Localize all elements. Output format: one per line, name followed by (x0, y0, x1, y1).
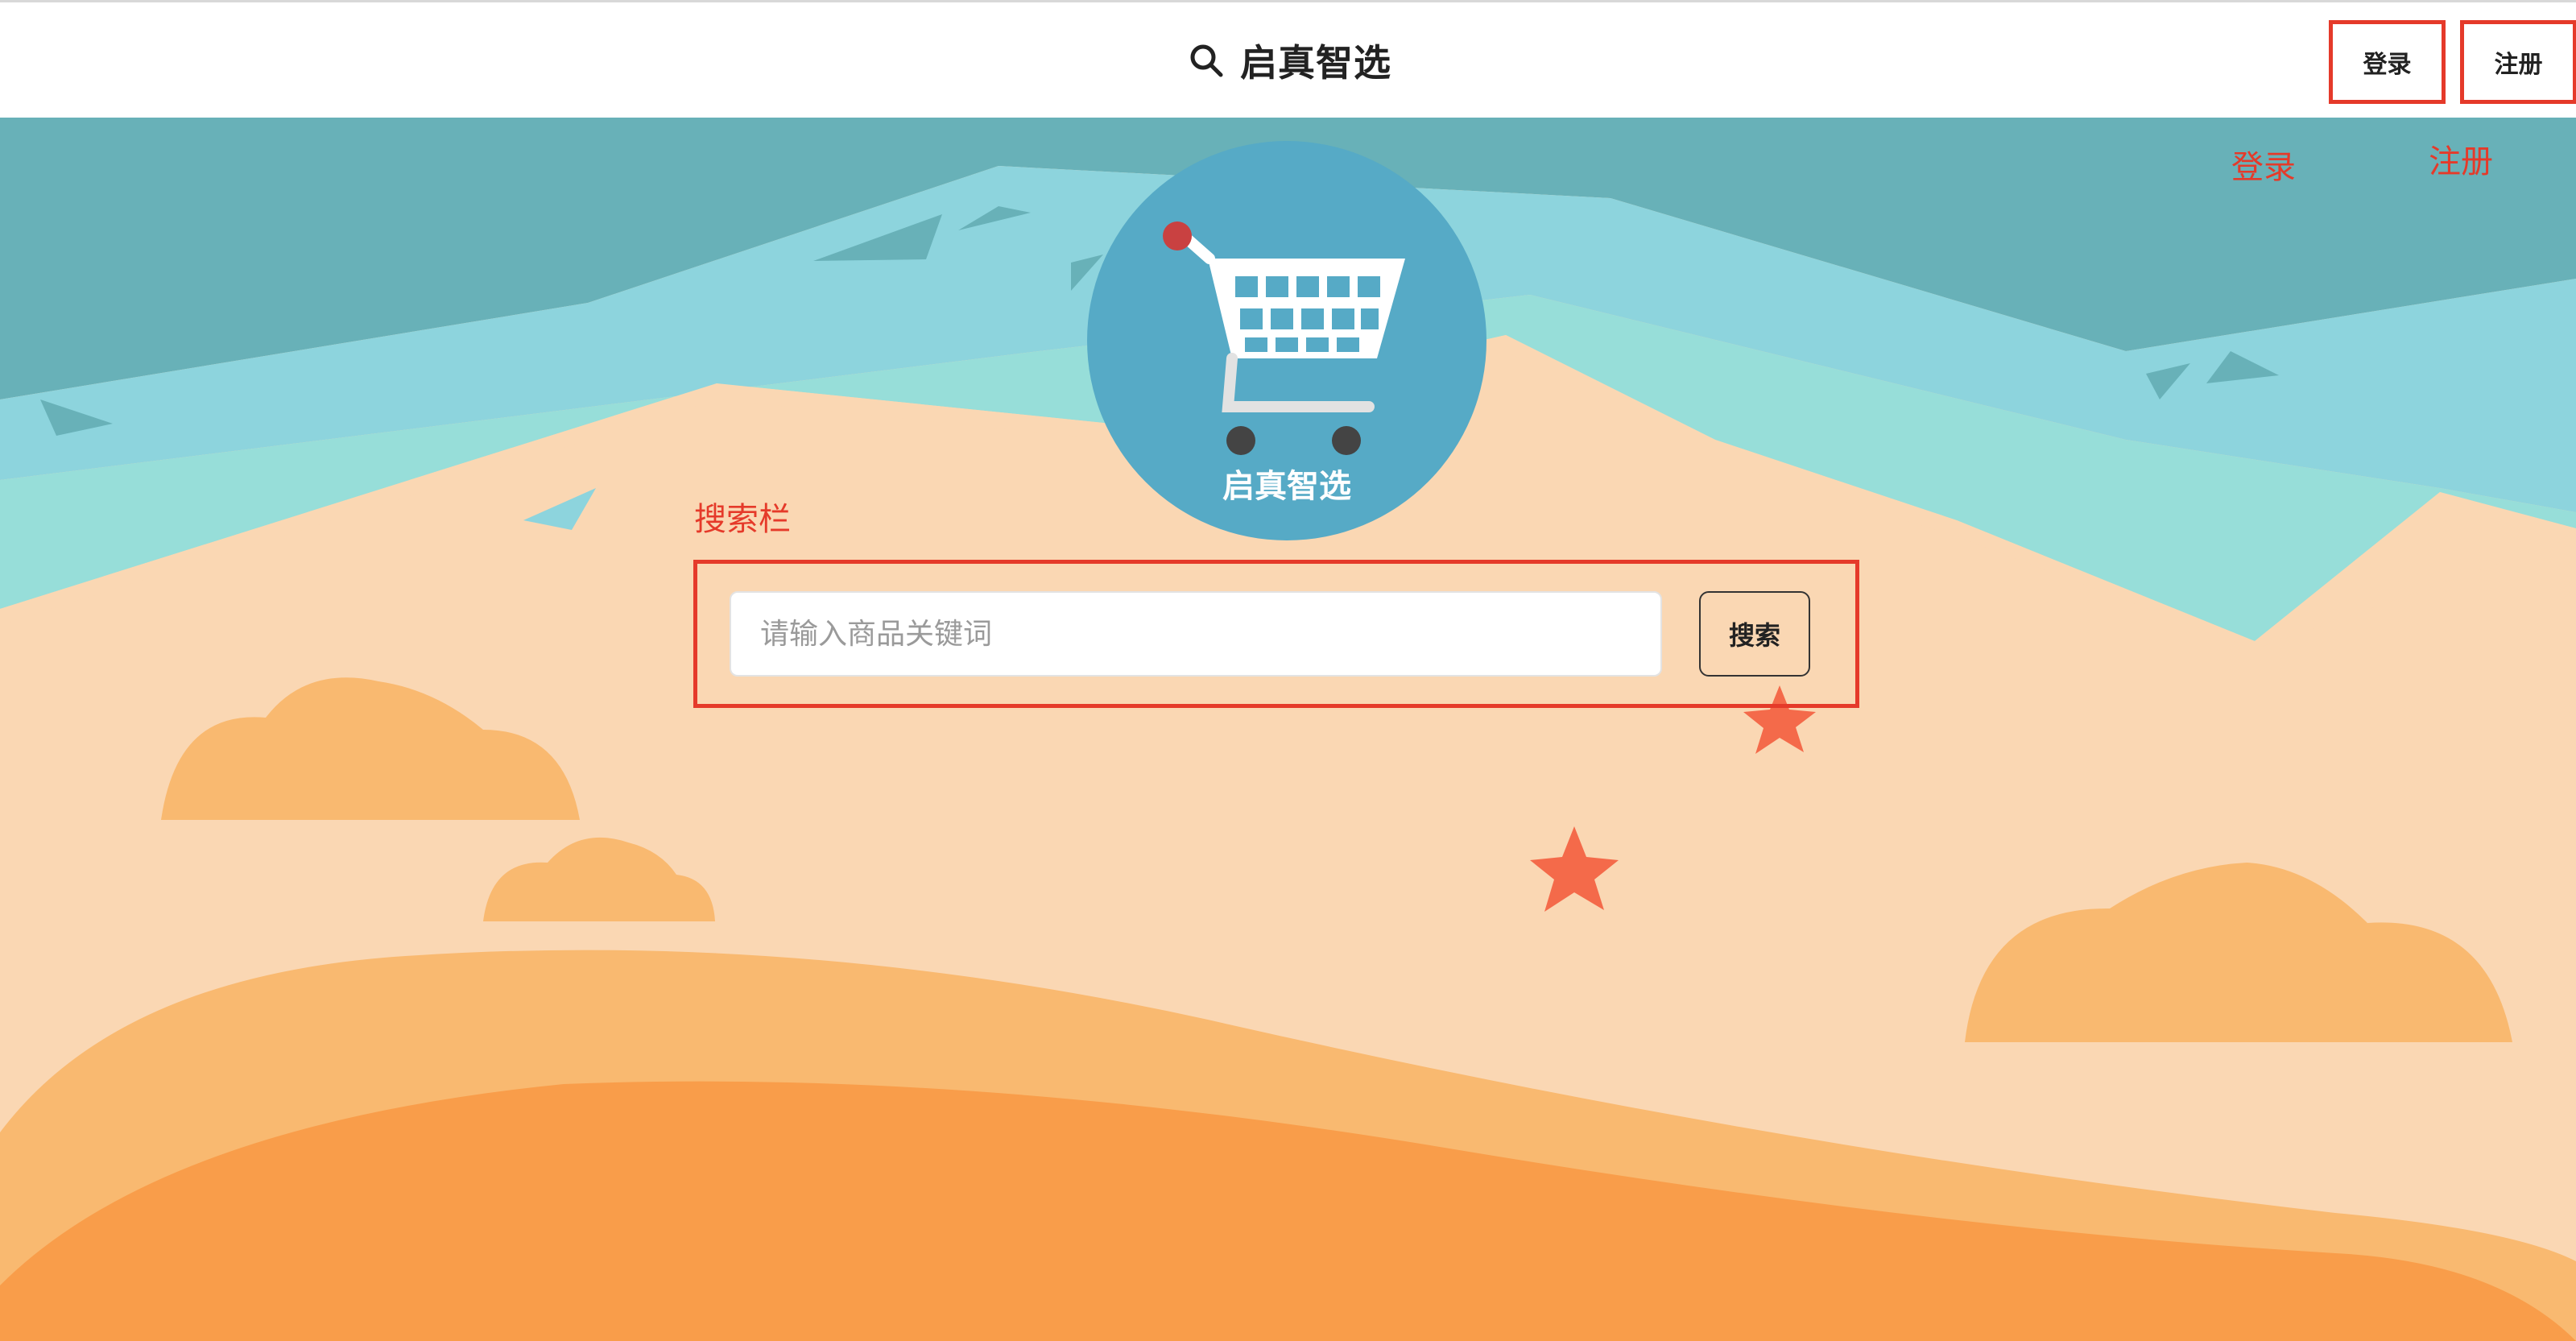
annotation-login: 登录 (2231, 149, 2296, 186)
annotation-search-bar: 搜索栏 (694, 501, 791, 538)
search-button[interactable]: 搜索 (1699, 591, 1810, 677)
register-button[interactable]: 注册 (2460, 20, 2576, 104)
annotation-register: 注册 (2429, 143, 2493, 180)
site-title: 启真智选 (1240, 41, 1391, 85)
site-logo: 启真智选 (1087, 141, 1486, 540)
top-bar: 启真智选 登录 注册 (0, 0, 2576, 118)
search-input[interactable] (730, 591, 1662, 677)
login-button[interactable]: 登录 (2329, 20, 2446, 104)
brand: 启真智选 (1189, 36, 1391, 85)
logo-text: 启真智选 (1222, 468, 1351, 505)
search-icon[interactable] (1189, 43, 1224, 78)
